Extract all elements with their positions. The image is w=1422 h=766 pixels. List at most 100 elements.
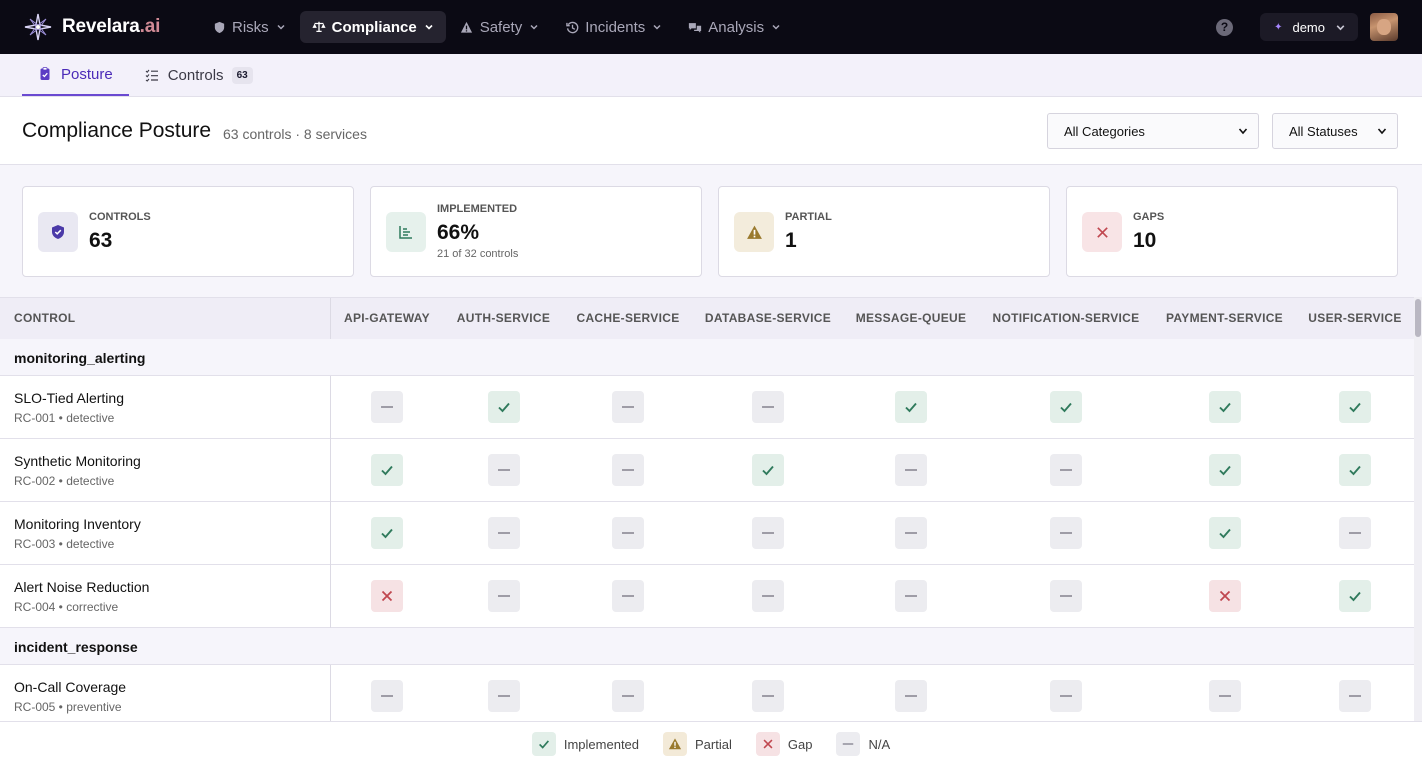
tab-controls[interactable]: Controls 63 xyxy=(129,54,269,96)
status-cell-na[interactable] xyxy=(612,391,644,423)
dash-icon xyxy=(379,399,395,415)
nav-analysis[interactable]: Analysis xyxy=(676,11,793,43)
status-cell-na[interactable] xyxy=(895,517,927,549)
column-header-service[interactable]: NOTIFICATION-SERVICE xyxy=(979,298,1153,339)
page-header: Compliance Posture 63 controls · 8 servi… xyxy=(0,97,1422,165)
dash-icon xyxy=(1347,688,1363,704)
status-cell-na[interactable] xyxy=(752,580,784,612)
status-cell-na[interactable] xyxy=(612,517,644,549)
status-cell-na[interactable] xyxy=(895,580,927,612)
shield-icon xyxy=(212,20,226,34)
table-row[interactable]: Synthetic Monitoring RC-002 • detective xyxy=(0,439,1414,502)
help-icon[interactable]: ? xyxy=(1216,18,1234,36)
page-subtitle: 63 controls · 8 services xyxy=(223,126,367,142)
status-cell-impl[interactable] xyxy=(752,454,784,486)
status-cell-gap[interactable] xyxy=(371,580,403,612)
check-icon xyxy=(1347,399,1363,415)
legend-label: N/A xyxy=(868,736,891,752)
column-header-service[interactable]: API-GATEWAY xyxy=(330,298,444,339)
scrollbar-thumb[interactable] xyxy=(1415,299,1421,337)
dash-icon xyxy=(903,462,919,478)
status-cell-gap[interactable] xyxy=(1209,580,1241,612)
status-cell-impl[interactable] xyxy=(1339,580,1371,612)
dash-icon xyxy=(1058,588,1074,604)
control-name[interactable]: Synthetic Monitoring xyxy=(14,453,141,469)
status-cell-na[interactable] xyxy=(488,454,520,486)
status-cell-na[interactable] xyxy=(612,580,644,612)
status-cell-na[interactable] xyxy=(371,680,403,712)
status-cell-na[interactable] xyxy=(612,454,644,486)
status-cell-impl[interactable] xyxy=(371,517,403,549)
sparkle-icon: ✦ xyxy=(1274,21,1283,33)
status-cell-impl[interactable] xyxy=(1209,391,1241,423)
table-row[interactable]: Alert Noise Reduction RC-004 • corrective xyxy=(0,565,1414,628)
dash-icon xyxy=(1347,525,1363,541)
status-filter-select[interactable]: All Statuses xyxy=(1272,113,1398,149)
check-icon xyxy=(379,462,395,478)
status-cell-na[interactable] xyxy=(371,391,403,423)
status-cell-impl[interactable] xyxy=(1339,391,1371,423)
status-cell-na[interactable] xyxy=(1050,680,1082,712)
category-filter-select[interactable]: All Categories xyxy=(1047,113,1259,149)
column-header-control[interactable]: CONTROL xyxy=(14,298,75,339)
table-scrollbar[interactable] xyxy=(1414,297,1422,721)
column-header-service[interactable]: CACHE-SERVICE xyxy=(563,298,693,339)
status-cell-na[interactable] xyxy=(488,680,520,712)
status-cell-impl[interactable] xyxy=(1209,454,1241,486)
stat-card-implemented: IMPLEMENTED 66% 21 of 32 controls xyxy=(370,186,702,277)
nav-safety[interactable]: Safety xyxy=(448,11,552,43)
column-header-service[interactable]: DATABASE-SERVICE xyxy=(693,298,843,339)
status-cell-impl[interactable] xyxy=(1339,454,1371,486)
status-cell-na[interactable] xyxy=(1050,517,1082,549)
column-header-service[interactable]: AUTH-SERVICE xyxy=(444,298,563,339)
nav-compliance[interactable]: Compliance xyxy=(299,11,446,43)
workspace-user-menu[interactable]: ✦ demo xyxy=(1260,13,1358,41)
dash-icon xyxy=(620,462,636,478)
status-cell-impl[interactable] xyxy=(371,454,403,486)
check-icon xyxy=(1217,399,1233,415)
control-name[interactable]: On-Call Coverage xyxy=(14,679,126,695)
status-cell-na[interactable] xyxy=(895,454,927,486)
column-header-service[interactable]: PAYMENT-SERVICE xyxy=(1153,298,1296,339)
column-header-service[interactable]: USER-SERVICE xyxy=(1296,298,1414,339)
stat-card-controls: CONTROLS 63 xyxy=(22,186,354,277)
list-check-icon xyxy=(145,69,158,82)
tab-posture[interactable]: Posture xyxy=(22,54,129,96)
stat-card-partial: PARTIAL 1 xyxy=(718,186,1050,277)
status-cell-impl[interactable] xyxy=(488,391,520,423)
status-cell-na[interactable] xyxy=(488,517,520,549)
avatar[interactable] xyxy=(1370,13,1398,41)
table-row[interactable]: SLO-Tied Alerting RC-001 • detective xyxy=(0,376,1414,439)
control-meta: RC-005 • preventive xyxy=(14,700,122,714)
control-name[interactable]: Alert Noise Reduction xyxy=(14,579,149,595)
brand[interactable]: Revelara.ai xyxy=(24,13,200,41)
legend-label: Partial xyxy=(695,736,732,752)
status-cell-na[interactable] xyxy=(752,391,784,423)
status-cell-na[interactable] xyxy=(1050,454,1082,486)
table-row[interactable]: On-Call Coverage RC-005 • preventive xyxy=(0,665,1414,721)
status-cell-na[interactable] xyxy=(488,580,520,612)
nav-incidents[interactable]: Incidents xyxy=(553,11,674,43)
status-cell-na[interactable] xyxy=(752,680,784,712)
column-header-service[interactable]: MESSAGE-QUEUE xyxy=(843,298,979,339)
nav-risks[interactable]: Risks xyxy=(200,11,298,43)
status-cell-na[interactable] xyxy=(752,517,784,549)
control-name[interactable]: Monitoring Inventory xyxy=(14,516,141,532)
status-cell-impl[interactable] xyxy=(895,391,927,423)
status-cell-impl[interactable] xyxy=(1050,391,1082,423)
dash-icon xyxy=(496,462,512,478)
x-icon xyxy=(755,732,780,756)
status-cell-impl[interactable] xyxy=(1209,517,1241,549)
status-cell-na[interactable] xyxy=(1050,580,1082,612)
control-name[interactable]: SLO-Tied Alerting xyxy=(14,390,124,406)
status-cell-na[interactable] xyxy=(895,680,927,712)
status-cell-na[interactable] xyxy=(1339,517,1371,549)
compliance-matrix: CONTROL API-GATEWAY AUTH-SERVICE CACHE-S… xyxy=(0,297,1414,721)
chevron-down-icon xyxy=(1238,128,1248,135)
status-cell-na[interactable] xyxy=(1339,680,1371,712)
chevron-down-icon xyxy=(653,24,661,30)
status-cell-na[interactable] xyxy=(1209,680,1241,712)
status-cell-na[interactable] xyxy=(612,680,644,712)
table-row[interactable]: Monitoring Inventory RC-003 • detective xyxy=(0,502,1414,565)
check-icon xyxy=(1347,588,1363,604)
